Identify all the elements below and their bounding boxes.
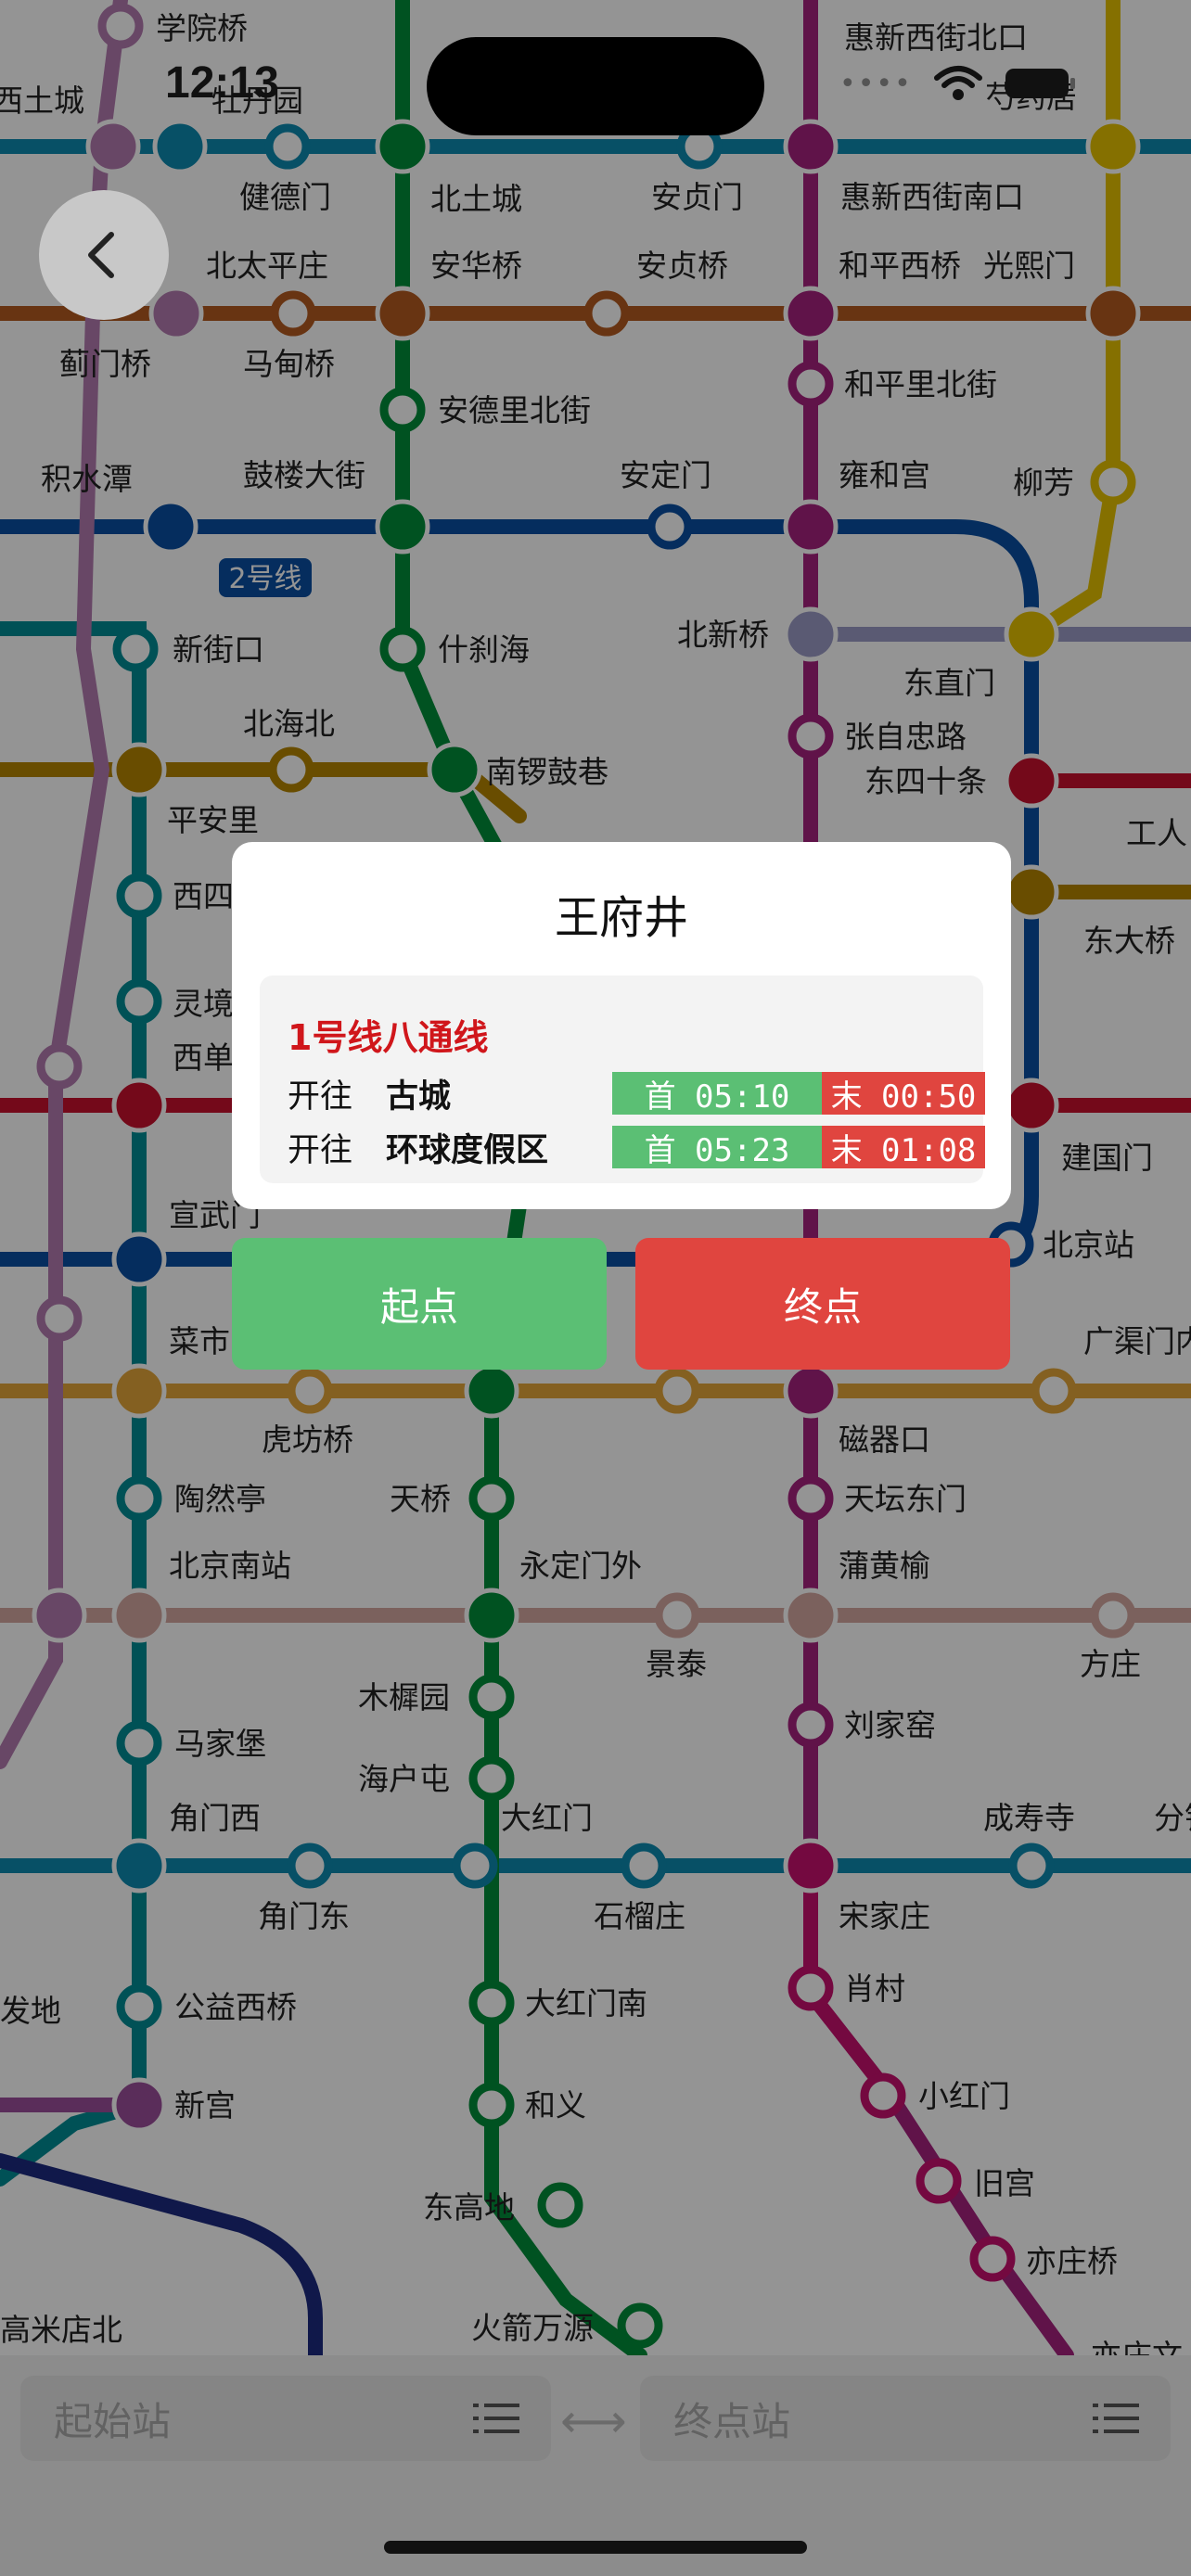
line-card: 1号线八通线 开往 古城 首 05:10 末 00:50 开往 环球度假区 首 … — [260, 976, 985, 1183]
direction-row: 开往 环球度假区 首 05:23 末 01:08 — [288, 1126, 985, 1169]
first-train-time: 首 05:10 — [612, 1072, 822, 1116]
station-title: 王府井 — [554, 892, 688, 944]
direction-row: 开往 古城 首 05:10 末 00:50 — [288, 1072, 985, 1116]
train-times: 首 05:10 末 00:50 — [612, 1072, 985, 1116]
set-end-button[interactable]: 终点 — [635, 1238, 1010, 1370]
last-train-time: 末 00:50 — [822, 1072, 985, 1116]
back-button[interactable] — [39, 190, 169, 320]
direction-label: 开往 — [288, 1131, 353, 1169]
line-name: 1号线八通线 — [288, 1017, 489, 1058]
dynamic-island — [427, 37, 764, 135]
station-dialog: 王府井 1号线八通线 开往 古城 首 05:10 末 00:50 开往 环球度假… — [232, 842, 1011, 1209]
home-indicator — [384, 2541, 807, 2554]
train-times: 首 05:23 末 01:08 — [612, 1126, 985, 1169]
status-icons: •••• — [839, 65, 1078, 102]
set-start-button[interactable]: 起点 — [232, 1238, 607, 1370]
signal-icon: •••• — [839, 67, 913, 100]
direction-destination: 环球度假区 — [386, 1131, 549, 1169]
direction-destination: 古城 — [386, 1078, 452, 1116]
last-train-time: 末 01:08 — [822, 1126, 985, 1169]
chevron-left-icon — [88, 232, 114, 278]
status-time: 12:13 — [165, 58, 279, 108]
wifi-icon — [933, 66, 982, 100]
first-train-time: 首 05:23 — [612, 1126, 822, 1169]
direction-label: 开往 — [288, 1078, 353, 1116]
battery-icon — [1005, 69, 1075, 98]
